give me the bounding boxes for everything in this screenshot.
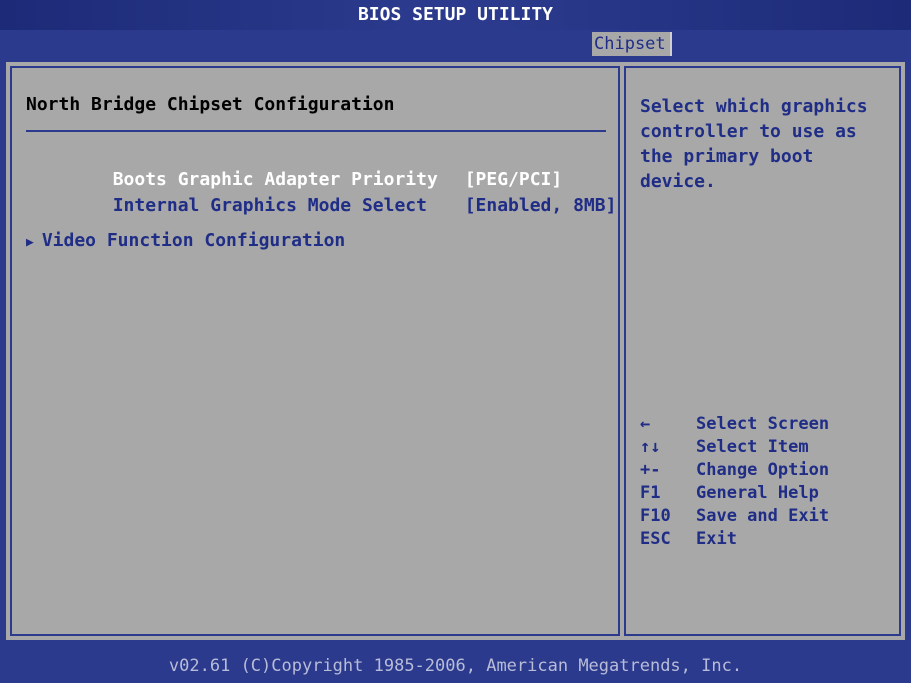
help-text: Select which graphics controller to use … <box>640 96 868 192</box>
key-label: ESC <box>640 529 671 549</box>
key-row-select-item: ↑↓ Select Item <box>640 437 829 460</box>
key-row-change-option: +- Change Option <box>640 460 829 483</box>
key-action: Exit <box>696 529 737 549</box>
submenu-video-function-configuration[interactable]: ▶ Video Function Configuration <box>26 230 345 251</box>
key-label: F1 <box>640 483 661 503</box>
key-action: Select Screen <box>696 414 830 434</box>
up-down-arrows-icon: ↑↓ <box>640 437 661 457</box>
tab-chipset[interactable]: Chipset <box>592 32 672 56</box>
main-frame: North Bridge Chipset Configuration Boots… <box>4 60 907 642</box>
divider <box>26 130 606 132</box>
settings-pane: North Bridge Chipset Configuration Boots… <box>10 66 620 636</box>
setting-value: [Enabled, 8MB] <box>464 195 617 216</box>
key-row-general-help: F1 General Help <box>640 483 829 506</box>
key-label: F10 <box>640 506 671 526</box>
key-legend: ← Select Screen ↑↓ Select Item +- Change Op… <box>640 414 829 552</box>
title-bar: BIOS SETUP UTILITY <box>0 0 911 30</box>
section-title: North Bridge Chipset Configuration <box>26 94 395 115</box>
key-row-select-screen: ← Select Screen <box>640 414 829 437</box>
left-arrow-icon: ← <box>640 414 651 434</box>
copyright-footer: v02.61 (C)Copyright 1985-2006, American … <box>0 650 911 683</box>
help-pane: Select which graphics controller to use … <box>624 66 901 636</box>
key-row-save-and-exit: F10 Save and Exit <box>640 506 829 529</box>
tab-strip: Chipset <box>0 30 911 58</box>
key-action: Save and Exit <box>696 506 830 526</box>
key-label: +- <box>640 460 661 480</box>
key-row-exit: ESC Exit <box>640 529 829 552</box>
setting-internal-graphics-mode-select[interactable]: Internal Graphics Mode Select [Enabled, 8… <box>26 174 617 237</box>
submenu-label: Video Function Configuration <box>41 230 346 251</box>
setting-label: Internal Graphics Mode Select <box>112 195 427 216</box>
key-action: Change Option <box>696 460 830 480</box>
submenu-arrow-icon: ▶ <box>26 235 34 250</box>
key-action: General Help <box>696 483 819 503</box>
bios-screen: BIOS SETUP UTILITY Chipset North Bridge … <box>0 0 911 683</box>
key-action: Select Item <box>696 437 809 457</box>
